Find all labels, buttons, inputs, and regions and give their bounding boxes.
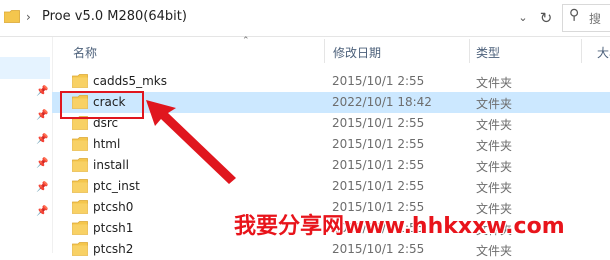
folder-icon (72, 200, 88, 214)
column-divider[interactable] (581, 39, 582, 63)
address-bar: › Proe v5.0 M280(64bit) ⌄ ↻ ⚲ 搜 (0, 0, 610, 37)
file-type: 文件夹 (476, 244, 513, 258)
file-name[interactable]: html (93, 137, 120, 151)
file-date: 2022/10/1 18:42 (332, 95, 432, 109)
file-name[interactable]: ptcsh0 (93, 200, 133, 214)
file-type: 文件夹 (476, 139, 513, 153)
folder-icon (4, 10, 20, 23)
watermark-text: 我要分享网www.hhkxxw.com (234, 214, 565, 239)
history-dropdown-icon[interactable]: ⌄ (512, 5, 534, 31)
file-date: 2015/10/1 2:55 (332, 137, 425, 151)
file-name[interactable]: ptc_inst (93, 179, 140, 193)
file-date: 2015/10/1 2:55 (332, 242, 425, 256)
file-name[interactable]: cadds5_mks (93, 74, 167, 88)
file-row[interactable]: ptc_inst 2015/10/1 2:55 文件夹 (52, 176, 610, 197)
column-header-row: ⌃ 名称 修改日期 类型 大小 (52, 36, 610, 65)
file-type: 文件夹 (476, 118, 513, 132)
nav-selected-item[interactable] (0, 57, 50, 79)
folder-icon (72, 221, 88, 235)
pin-icon[interactable]: 📌 (36, 111, 48, 121)
pin-icon[interactable]: 📌 (36, 207, 48, 217)
pin-icon[interactable]: 📌 (36, 183, 48, 193)
folder-icon (72, 179, 88, 193)
breadcrumb-chevron-icon[interactable]: › (26, 10, 31, 24)
file-row[interactable]: cadds5_mks 2015/10/1 2:55 文件夹 (52, 71, 610, 92)
file-date: 2015/10/1 2:55 (332, 179, 425, 193)
file-type: 文件夹 (476, 76, 513, 90)
file-row[interactable]: html 2015/10/1 2:55 文件夹 (52, 134, 610, 155)
search-placeholder: 搜 (589, 12, 602, 26)
file-name[interactable]: ptcsh1 (93, 221, 133, 235)
file-row[interactable]: install 2015/10/1 2:55 文件夹 (52, 155, 610, 176)
file-row[interactable]: ptcsh2 2015/10/1 2:55 文件夹 (52, 239, 610, 260)
file-date: 2015/10/1 2:55 (332, 158, 425, 172)
file-date: 2015/10/1 2:55 (332, 74, 425, 88)
sort-ascending-icon: ⌃ (242, 36, 250, 46)
search-box[interactable]: ⚲ 搜 (562, 4, 610, 32)
folder-icon (72, 158, 88, 172)
file-name[interactable]: install (93, 158, 129, 172)
folder-icon (72, 74, 88, 88)
pin-icon[interactable]: 📌 (36, 87, 48, 97)
refresh-icon[interactable]: ↻ (535, 5, 557, 31)
column-header-name[interactable]: 名称 (73, 44, 97, 61)
pin-icon[interactable]: 📌 (36, 135, 48, 145)
file-type: 文件夹 (476, 97, 513, 111)
file-type: 文件夹 (476, 181, 513, 195)
breadcrumb-path[interactable]: Proe v5.0 M280(64bit) (42, 9, 187, 24)
pin-icon[interactable]: 📌 (36, 159, 48, 169)
column-divider[interactable] (469, 39, 470, 63)
folder-icon (72, 242, 88, 256)
column-header-size[interactable]: 大小 (597, 44, 610, 61)
folder-icon (72, 137, 88, 151)
navigation-pane: 📌 📌 📌 📌 📌 📌 (0, 37, 53, 253)
column-header-date[interactable]: 修改日期 (333, 44, 381, 61)
file-date: 2015/10/1 2:55 (332, 116, 425, 130)
search-icon: ⚲ (569, 7, 580, 23)
file-type: 文件夹 (476, 160, 513, 174)
file-name[interactable]: ptcsh2 (93, 242, 133, 256)
highlight-box (60, 91, 144, 119)
column-header-type[interactable]: 类型 (476, 44, 500, 61)
column-divider[interactable] (324, 39, 325, 63)
